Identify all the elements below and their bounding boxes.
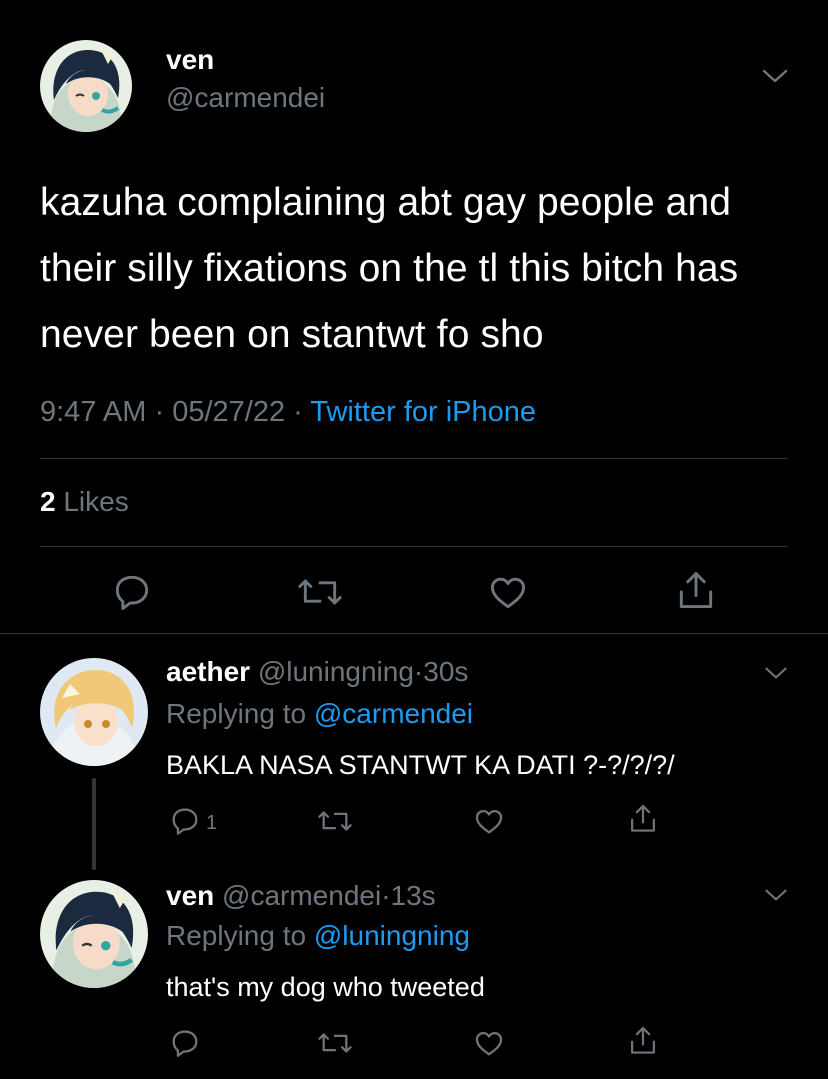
reply-header: aether @luningning·30s xyxy=(166,656,468,688)
likes-stat[interactable]: 2 Likes xyxy=(40,486,129,518)
tweet-time: 9:47 AM xyxy=(40,396,147,428)
reply-icon[interactable] xyxy=(168,804,202,838)
replying-to-link[interactable]: @carmendei xyxy=(314,698,473,729)
handle[interactable]: @carmendei xyxy=(222,880,381,911)
like-icon[interactable] xyxy=(472,1026,506,1060)
replying-label: Replying to xyxy=(166,698,307,729)
retweet-icon[interactable] xyxy=(316,804,354,838)
tweet-date: 05/27/22 xyxy=(172,396,286,428)
likes-label: Likes xyxy=(63,486,129,517)
handle[interactable]: @carmendei xyxy=(166,82,325,114)
display-name[interactable]: ven xyxy=(166,880,214,911)
replying-to-link[interactable]: @luningning xyxy=(314,920,470,951)
replying-to: Replying to @luningning xyxy=(166,920,470,952)
reply-icon[interactable] xyxy=(168,1026,202,1060)
display-name[interactable]: aether xyxy=(166,656,250,687)
reply-text: BAKLA NASA STANTWT KA DATI ?-?/?/?/ xyxy=(166,750,675,780)
divider xyxy=(40,546,788,547)
reply-icon[interactable] xyxy=(110,570,154,614)
like-icon[interactable] xyxy=(486,570,530,614)
meta-separator: · xyxy=(413,656,424,687)
replying-to: Replying to @carmendei xyxy=(166,698,473,730)
reply-count: 1 xyxy=(206,812,218,834)
chevron-down-icon[interactable] xyxy=(762,68,788,84)
replying-label: Replying to xyxy=(166,920,307,951)
tweet-source-link[interactable]: Twitter for iPhone xyxy=(310,396,536,428)
reply-time: 13s xyxy=(390,880,436,911)
share-icon[interactable] xyxy=(626,1024,660,1058)
chevron-down-icon[interactable] xyxy=(764,666,788,680)
tweet-text: kazuha complaining abt gay people and th… xyxy=(40,181,739,356)
handle[interactable]: @luningning xyxy=(258,656,414,687)
tweet-meta: 9:47 AM · 05/27/22 · Twitter for iPhone xyxy=(40,396,536,429)
meta-separator: · xyxy=(293,396,303,428)
chevron-down-icon[interactable] xyxy=(764,888,788,902)
divider xyxy=(0,633,828,634)
display-name[interactable]: ven xyxy=(166,44,214,76)
like-icon[interactable] xyxy=(472,804,506,838)
reply-time: 30s xyxy=(423,656,469,687)
retweet-icon[interactable] xyxy=(316,1026,354,1060)
meta-separator: · xyxy=(154,396,165,428)
reply-text: that's my dog who tweeted xyxy=(166,972,485,1002)
meta-separator: · xyxy=(381,880,391,911)
divider xyxy=(40,458,788,459)
likes-count: 2 xyxy=(40,486,56,517)
share-icon[interactable] xyxy=(626,802,660,836)
avatar[interactable] xyxy=(40,658,148,766)
share-icon[interactable] xyxy=(674,568,718,614)
avatar[interactable] xyxy=(40,40,132,132)
avatar[interactable] xyxy=(40,880,148,988)
retweet-icon[interactable] xyxy=(296,570,344,614)
reply-header: ven @carmendei·13s xyxy=(166,880,436,912)
thread-connector xyxy=(92,778,96,870)
